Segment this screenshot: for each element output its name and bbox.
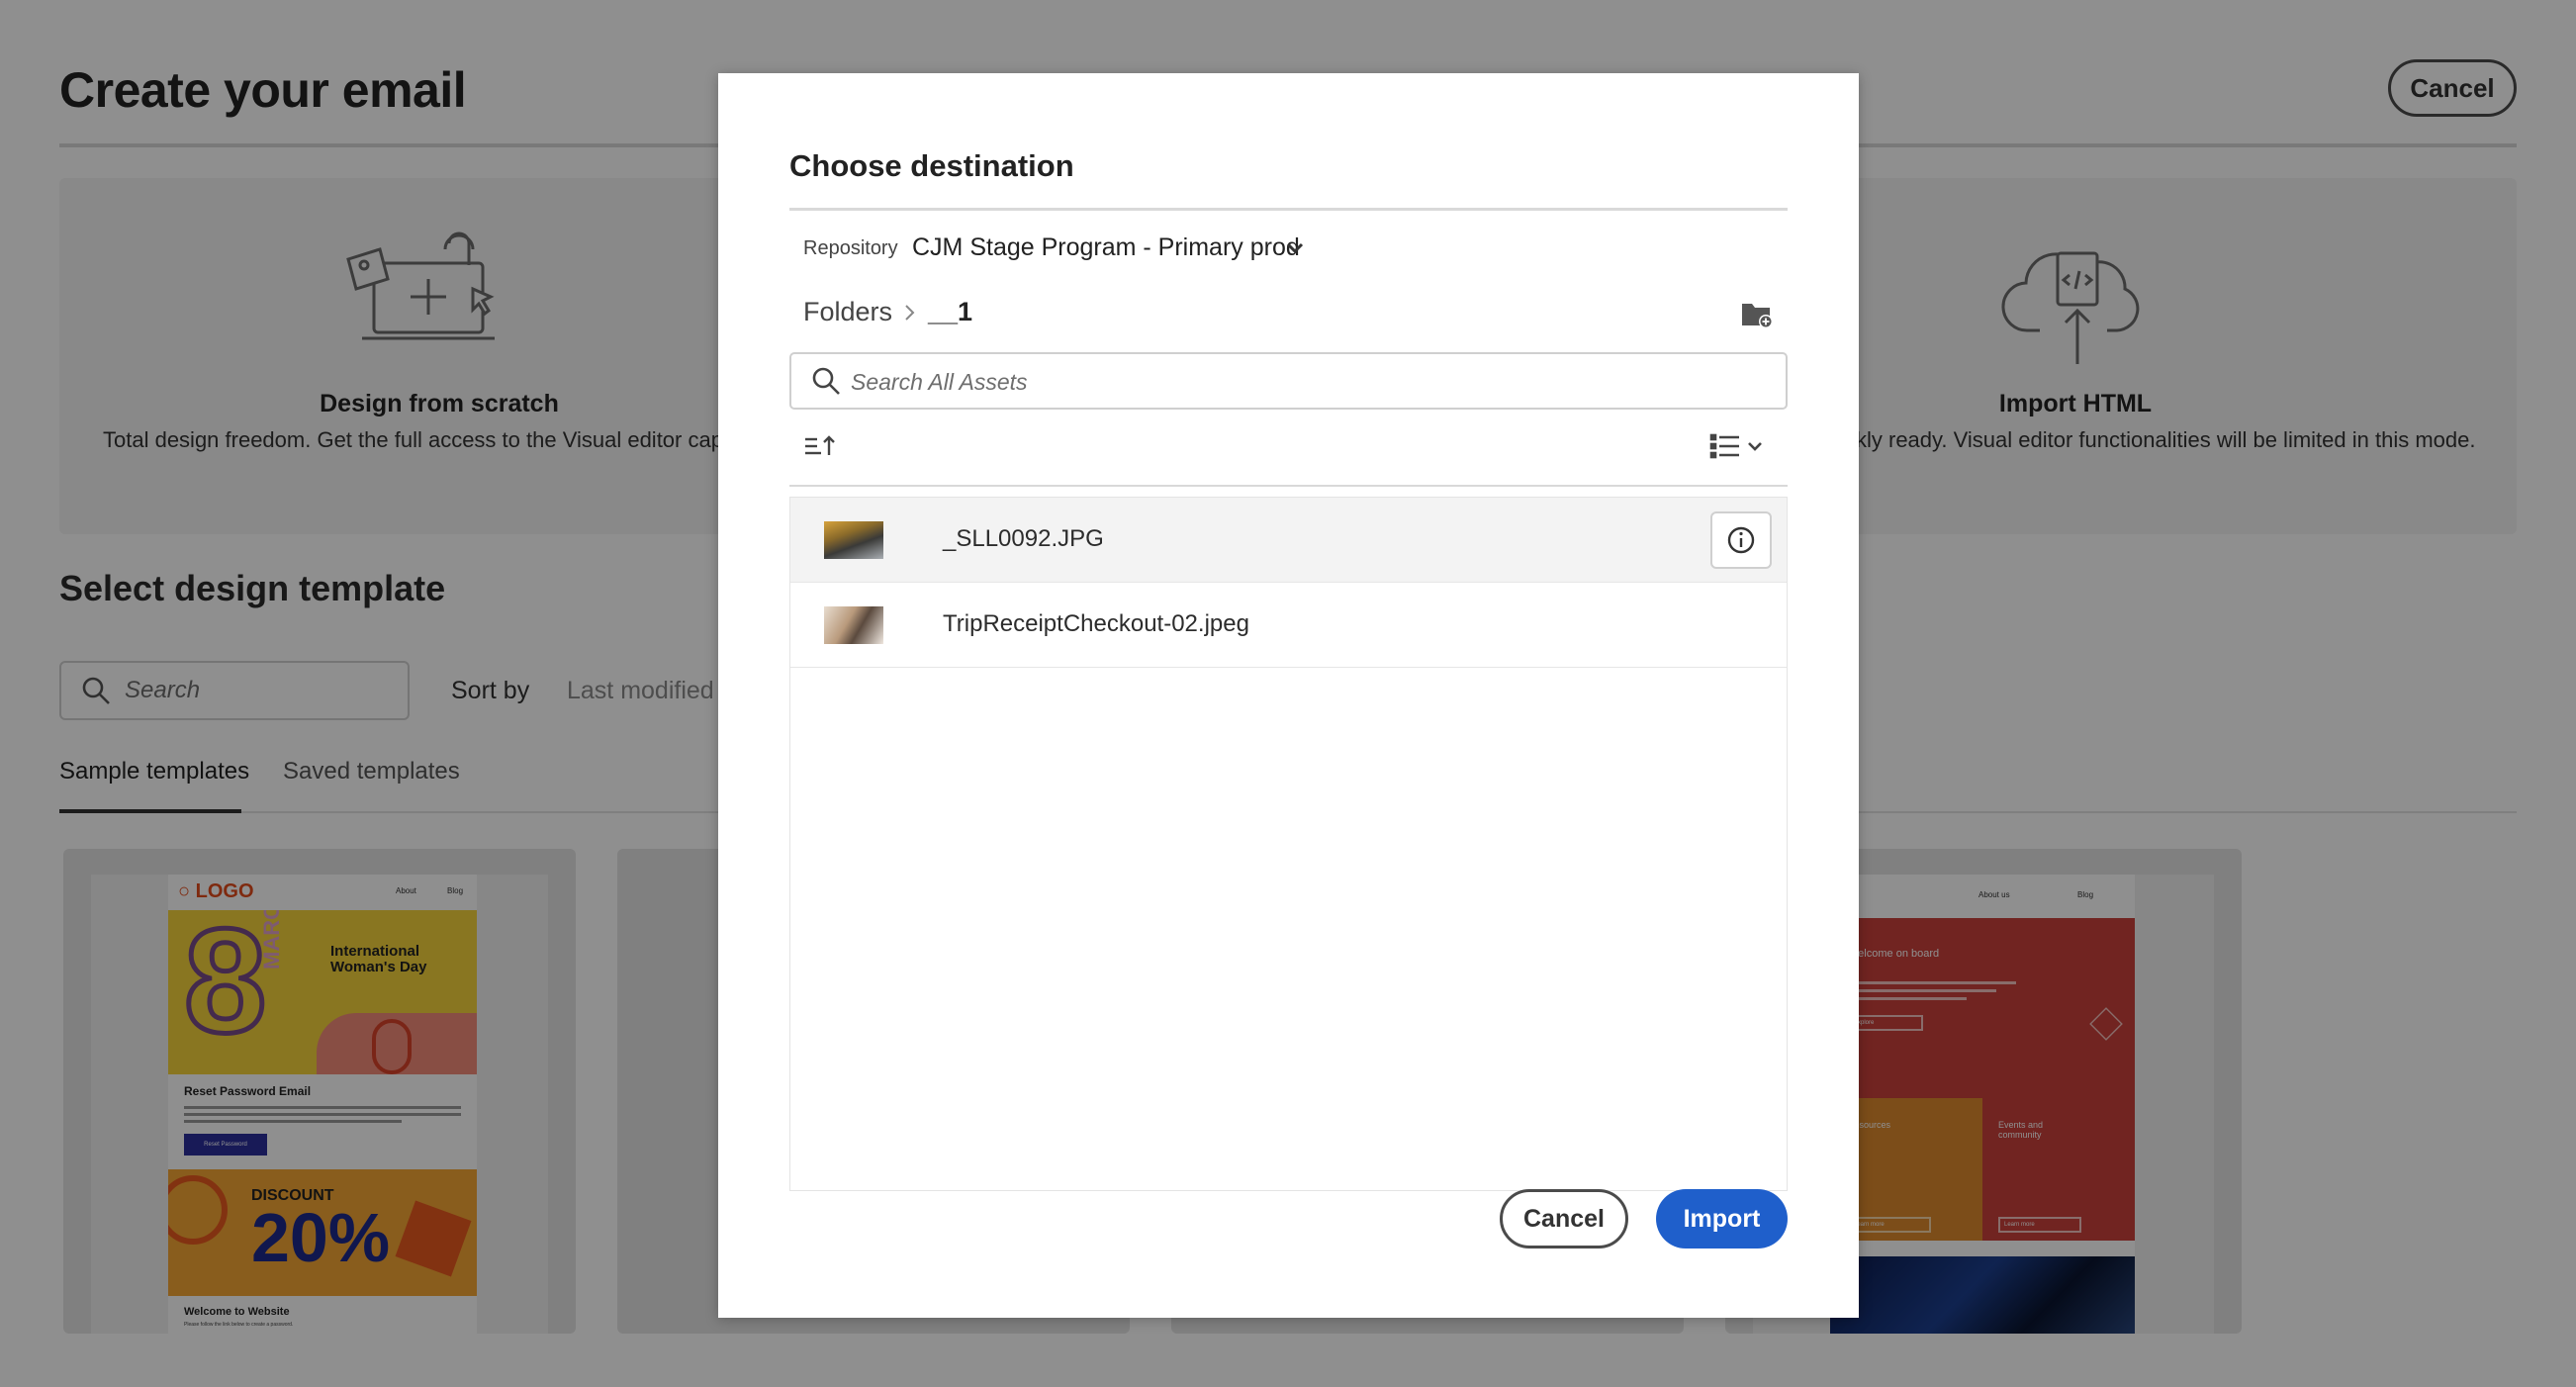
chevron-down-icon[interactable] — [1280, 233, 1310, 268]
asset-name: _SLL0092.JPG — [943, 525, 1104, 552]
choose-destination-dialog: Choose destination Repository CJM Stage … — [718, 73, 1859, 1318]
new-folder-icon[interactable] — [1739, 299, 1775, 330]
breadcrumb-folders[interactable]: Folders — [803, 297, 892, 327]
sort-order-icon[interactable] — [803, 431, 839, 463]
asset-thumbnail — [824, 521, 883, 559]
import-button[interactable]: Import — [1656, 1189, 1788, 1248]
repository-label: Repository — [803, 237, 898, 259]
dialog-title: Choose destination — [789, 148, 1074, 183]
info-icon[interactable] — [1710, 511, 1772, 569]
asset-search-field[interactable] — [789, 352, 1788, 410]
asset-thumbnail — [824, 606, 883, 644]
asset-list: _SLL0092.JPG TripReceiptCheckout-02.jpeg — [789, 497, 1788, 1191]
asset-row[interactable]: TripReceiptCheckout-02.jpeg — [790, 583, 1787, 668]
asset-row[interactable]: _SLL0092.JPG — [790, 498, 1787, 583]
asset-name: TripReceiptCheckout-02.jpeg — [943, 610, 1249, 637]
chevron-right-icon — [902, 301, 918, 329]
asset-search-input[interactable] — [851, 362, 1761, 402]
list-view-icon[interactable] — [1709, 431, 1773, 463]
breadcrumb-current-folder: __1 — [928, 297, 973, 326]
list-header-divider — [789, 485, 1788, 487]
cancel-button[interactable]: Cancel — [1500, 1189, 1628, 1248]
dialog-title-divider — [789, 208, 1788, 211]
repository-picker[interactable]: CJM Stage Program - Primary prod — [912, 233, 1300, 262]
search-icon — [811, 366, 841, 401]
